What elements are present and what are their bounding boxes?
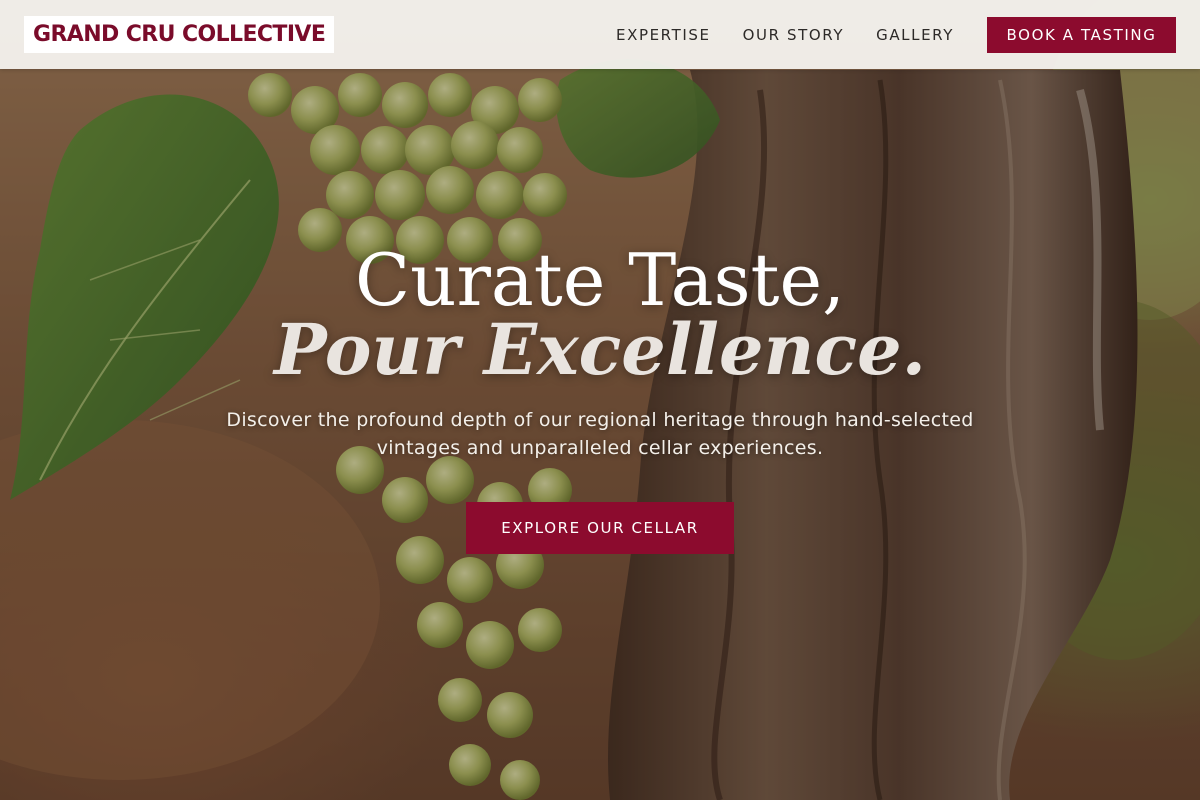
- nav-link-our-story[interactable]: OUR STORY: [743, 26, 845, 44]
- hero-headline-line2: Pour Excellence.: [274, 308, 926, 391]
- site-header: GRAND CRU COLLECTIVE EXPERTISE OUR STORY…: [0, 0, 1200, 69]
- explore-cellar-button[interactable]: EXPLORE OUR CELLAR: [466, 502, 734, 554]
- nav-link-gallery[interactable]: GALLERY: [876, 26, 954, 44]
- brand-logo-text: GRAND CRU COLLECTIVE: [33, 22, 326, 47]
- nav-link-expertise[interactable]: EXPERTISE: [616, 26, 711, 44]
- book-tasting-button[interactable]: BOOK A TASTING: [987, 16, 1176, 53]
- explore-cellar-label: EXPLORE OUR CELLAR: [501, 519, 699, 537]
- book-tasting-label: BOOK A TASTING: [1006, 25, 1157, 44]
- main-nav: EXPERTISE OUR STORY GALLERY BOOK A TASTI…: [616, 16, 1176, 53]
- hero-subtext: Discover the profound depth of our regio…: [226, 409, 974, 459]
- brand-logo[interactable]: GRAND CRU COLLECTIVE: [24, 16, 335, 53]
- hero-section: Curate Taste, Pour Excellence. Discover …: [0, 240, 1200, 554]
